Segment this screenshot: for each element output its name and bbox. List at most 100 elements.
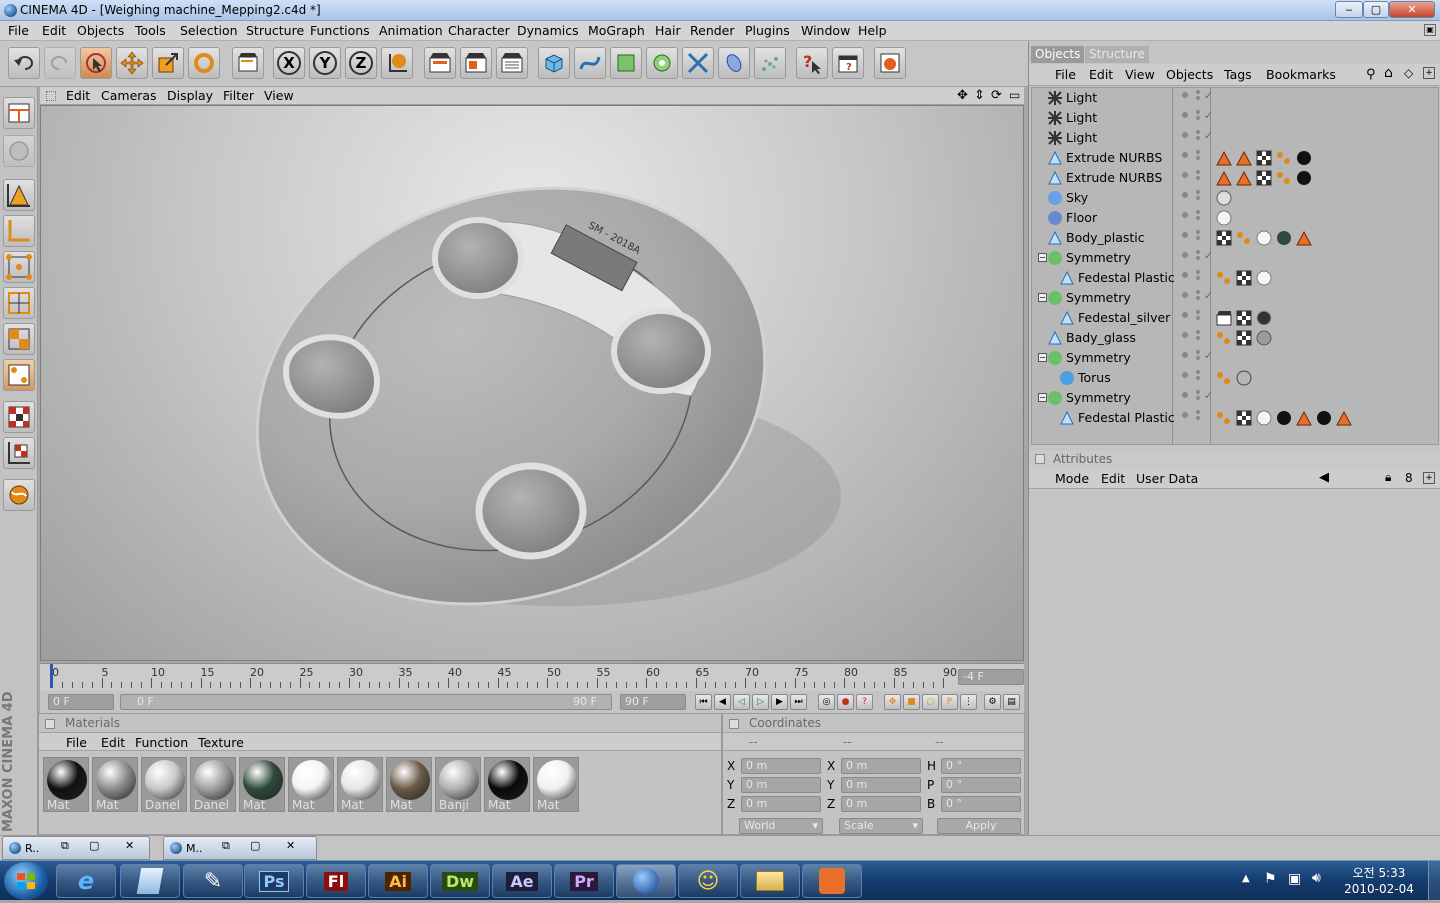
scene-object-icon[interactable] (718, 47, 750, 79)
menu-dynamics[interactable]: Dynamics (517, 23, 579, 38)
coord-value-field[interactable]: 0 m (741, 796, 821, 812)
material-tag-icon[interactable] (1236, 330, 1252, 346)
undo-icon[interactable] (8, 47, 40, 79)
object-row[interactable]: − Symmetry ✓ (1036, 248, 1440, 268)
menu-mograph[interactable]: MoGraph (588, 23, 645, 38)
rotate-icon[interactable] (188, 47, 220, 79)
visibility-dot-icon[interactable] (1182, 392, 1188, 398)
menu-character[interactable]: Character (448, 23, 510, 38)
object-name[interactable]: Floor (1066, 210, 1097, 225)
vp-menu-cameras[interactable]: Cameras (101, 88, 157, 103)
collapse-toggle-icon[interactable]: − (1038, 293, 1047, 302)
mat-menu-texture[interactable]: Texture (198, 735, 244, 750)
key-parameter-icon[interactable]: P (941, 694, 958, 710)
material-swatch[interactable]: Banji (435, 757, 481, 812)
render-visibility-icon[interactable] (1196, 170, 1200, 174)
coordinate-system-icon[interactable] (381, 47, 413, 79)
mat-menu-file[interactable]: File (66, 735, 87, 750)
key-rotation-icon[interactable]: ○ (922, 694, 939, 710)
messenger-icon[interactable]: ☺ (678, 864, 738, 898)
material-tag-icon[interactable] (1216, 370, 1232, 386)
object-row[interactable]: Sky (1036, 188, 1440, 208)
cube-primitive-icon[interactable] (538, 47, 570, 79)
move-icon[interactable] (116, 47, 148, 79)
use-model-tool-icon[interactable] (3, 135, 35, 167)
polygon-tool-icon[interactable] (3, 323, 35, 355)
particle-icon[interactable] (754, 47, 786, 79)
material-tag-icon[interactable] (1316, 410, 1332, 426)
collapse-toggle-icon[interactable]: − (1038, 393, 1047, 402)
flash-icon[interactable]: Fl (306, 864, 366, 898)
object-row[interactable]: Floor (1036, 208, 1440, 228)
visibility-dot-icon[interactable] (1182, 172, 1188, 178)
show-desktop-button[interactable] (1428, 861, 1440, 901)
volume-icon[interactable]: 🔊︎ (1312, 870, 1321, 886)
apply-button[interactable]: Apply (937, 818, 1021, 834)
material-swatch[interactable]: Danel (190, 757, 236, 812)
spline-icon[interactable] (574, 47, 606, 79)
play-backward-icon[interactable]: ◁ (733, 694, 750, 710)
object-row[interactable]: Fedestal Plastic (1036, 408, 1440, 428)
z-axis-lock-button[interactable]: Z (345, 47, 377, 79)
render-visibility-icon[interactable] (1196, 290, 1200, 294)
deformer-icon[interactable] (682, 47, 714, 79)
material-tag-icon[interactable] (1236, 410, 1252, 426)
y-axis-lock-button[interactable]: Y (309, 47, 341, 79)
home-icon[interactable]: ⌂ (1384, 65, 1393, 81)
system-clock[interactable]: 오전 5:33 2010-02-04 (1336, 865, 1422, 897)
coord-value-field[interactable]: 0 m (741, 758, 821, 774)
object-row[interactable]: Extrude NURBS (1036, 148, 1440, 168)
go-to-end-icon[interactable]: ⏭ (790, 694, 807, 710)
recent-tools-icon[interactable] (232, 47, 264, 79)
timeline-settings-icon[interactable]: ▤ (1003, 694, 1020, 710)
material-tag-icon[interactable] (1276, 410, 1292, 426)
texture-axis-tool-icon[interactable] (3, 437, 35, 469)
coord-value-field[interactable]: 0 m (841, 777, 921, 793)
om-menu-file[interactable]: File (1055, 67, 1076, 82)
start-button[interactable] (4, 862, 48, 900)
visibility-dot-icon[interactable] (1182, 152, 1188, 158)
new-window-icon[interactable]: + (1423, 67, 1435, 79)
step-back-icon[interactable]: ◀ (714, 694, 731, 710)
material-swatch[interactable]: Mat (239, 757, 285, 812)
end-frame-field[interactable]: 90 F (620, 694, 686, 710)
material-tag-icon[interactable] (1256, 270, 1272, 286)
render-visibility-icon[interactable] (1196, 190, 1200, 194)
illustrator-icon[interactable]: Ai (368, 864, 428, 898)
keyframe-selection-icon[interactable]: ? (856, 694, 873, 710)
enabled-check-icon[interactable]: ✓ (1204, 289, 1213, 302)
material-tag-icon[interactable] (1216, 210, 1232, 226)
scale-dropdown[interactable]: Scale ▾ (839, 818, 923, 834)
zoom-view-icon[interactable]: ⇕ (974, 88, 985, 103)
enabled-check-icon[interactable]: ✓ (1204, 109, 1213, 122)
layout-toggle-icon[interactable]: ▣ (1424, 24, 1436, 36)
material-tag-icon[interactable] (1236, 170, 1252, 186)
material-swatch[interactable]: Mat (533, 757, 579, 812)
attr-menu-edit[interactable]: Edit (1101, 471, 1125, 486)
render-visibility-icon[interactable] (1196, 110, 1200, 114)
material-tag-icon[interactable] (1296, 170, 1312, 186)
visibility-dot-icon[interactable] (1182, 232, 1188, 238)
object-name[interactable]: Sky (1066, 190, 1088, 205)
redo-icon[interactable] (44, 47, 76, 79)
maximize-button[interactable]: ▢ (1363, 1, 1389, 18)
close-button[interactable]: ✕ (1389, 1, 1435, 18)
material-tag-icon[interactable] (1276, 170, 1292, 186)
om-menu-bookmarks[interactable]: Bookmarks (1266, 67, 1336, 82)
tab-structure[interactable]: Structure (1085, 46, 1149, 63)
object-row[interactable]: Light ✓ (1036, 108, 1440, 128)
coord-value-field[interactable]: 0 m (841, 796, 921, 812)
object-row[interactable]: − Symmetry ✓ (1036, 348, 1440, 368)
attr-new-window-icon[interactable]: + (1423, 472, 1435, 484)
menu-help[interactable]: Help (858, 23, 887, 38)
material-tag-icon[interactable] (1276, 150, 1292, 166)
object-row[interactable]: Light ✓ (1036, 128, 1440, 148)
pan-view-icon[interactable]: ✥ (957, 88, 968, 103)
object-row[interactable]: Body_plastic (1036, 228, 1440, 248)
object-row[interactable]: Bady_glass (1036, 328, 1440, 348)
coord-value-field[interactable]: 0 ° (941, 758, 1021, 774)
array-icon[interactable] (646, 47, 678, 79)
enabled-check-icon[interactable]: ✓ (1204, 349, 1213, 362)
material-tag-icon[interactable] (1216, 230, 1232, 246)
material-tag-icon[interactable] (1236, 150, 1252, 166)
